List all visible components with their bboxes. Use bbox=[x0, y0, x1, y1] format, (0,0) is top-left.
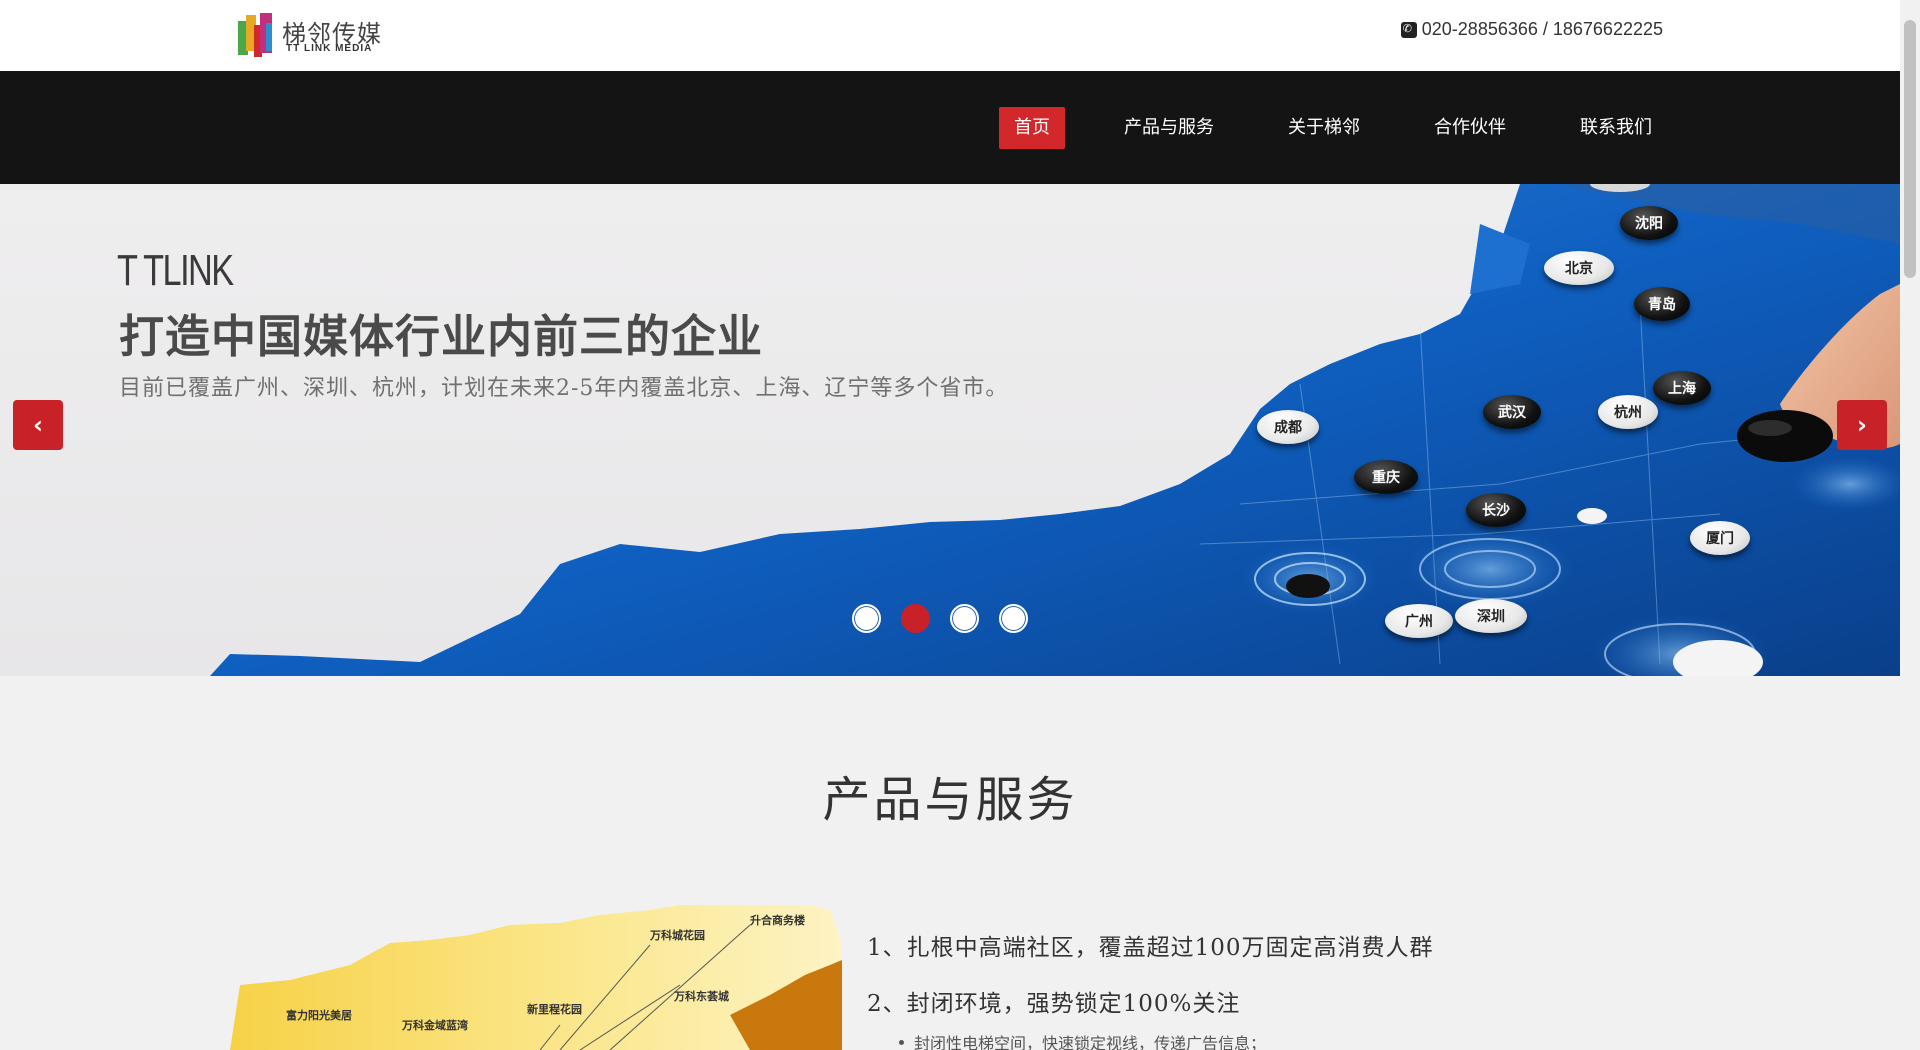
city-marker: 厦门 bbox=[1690, 521, 1750, 555]
city-marker: 深圳 bbox=[1455, 599, 1527, 633]
city-marker: 重庆 bbox=[1354, 460, 1418, 494]
nav-item-home[interactable]: 首页 bbox=[999, 107, 1065, 149]
nav-item-partners[interactable]: 合作伙伴 bbox=[1419, 107, 1521, 149]
hero-brand: T TLINK bbox=[117, 246, 234, 295]
hero-title: 打造中国媒体行业内前三的企业 bbox=[119, 310, 764, 363]
nav-menu: 首页 产品与服务 关于梯邻 合作伙伴 联系我们 bbox=[955, 107, 1667, 149]
scrollbar-thumb[interactable] bbox=[1904, 20, 1916, 278]
phone-number: 020-28856366 / 18676622225 bbox=[1421, 19, 1663, 39]
site-logo[interactable]: 梯邻传媒 TT LINK MEDIA bbox=[236, 11, 386, 59]
carousel-dot-1[interactable] bbox=[852, 604, 881, 633]
chevron-right-icon: › bbox=[1857, 411, 1867, 439]
city-marker: 上海 bbox=[1653, 371, 1711, 405]
carousel-dot-2[interactable] bbox=[901, 604, 930, 633]
city-marker: 成都 bbox=[1257, 410, 1319, 444]
nav-item-products[interactable]: 产品与服务 bbox=[1109, 107, 1229, 149]
logo-name-en: TT LINK MEDIA bbox=[286, 43, 373, 54]
carousel-next-button[interactable]: › bbox=[1837, 400, 1887, 450]
carousel-dot-3[interactable] bbox=[950, 604, 979, 633]
hero-carousel: T TLINK 打造中国媒体行业内前三的企业 目前已覆盖广州、深圳、杭州，计划在… bbox=[0, 184, 1900, 676]
nav-item-contact[interactable]: 联系我们 bbox=[1565, 107, 1667, 149]
city-marker: 杭州 bbox=[1598, 395, 1658, 429]
carousel-indicators bbox=[852, 604, 1028, 633]
community-map-image: 升合商务楼 万科城花园 新里程花园 万科东荟城 富力阳光美居 万科金域蓝湾 bbox=[230, 905, 842, 1050]
chevron-left-icon: ‹ bbox=[33, 411, 43, 439]
top-header: 梯邻传媒 TT LINK MEDIA 020-28856366 / 186766… bbox=[0, 0, 1900, 71]
phone-contact: 020-28856366 / 18676622225 bbox=[1400, 19, 1663, 40]
city-marker: 北京 bbox=[1544, 251, 1614, 285]
city-marker: 沈阳 bbox=[1620, 206, 1678, 240]
feature-item-1: 1、扎根中高端社区，覆盖超过100万固定高消费人群 bbox=[867, 935, 1434, 961]
map-label: 万科城花园 bbox=[650, 929, 705, 942]
feature-item-2-detail: 封闭性电梯空间，快速锁定视线，传递广告信息； bbox=[899, 1030, 1434, 1050]
city-marker: 长沙 bbox=[1466, 493, 1526, 527]
main-navbar: 首页 产品与服务 关于梯邻 合作伙伴 联系我们 bbox=[0, 71, 1900, 184]
map-label: 新里程花园 bbox=[527, 1003, 582, 1016]
hero-map-image bbox=[210, 184, 1900, 676]
section-title-products: 产品与服务 bbox=[822, 772, 1078, 828]
feature-list: 1、扎根中高端社区，覆盖超过100万固定高消费人群 2、封闭环境，强势锁定100… bbox=[867, 928, 1434, 1050]
carousel-dot-4[interactable] bbox=[999, 604, 1028, 633]
nav-item-about[interactable]: 关于梯邻 bbox=[1273, 107, 1375, 149]
map-label: 升合商务楼 bbox=[750, 914, 805, 927]
feature-item-2: 2、封闭环境，强势锁定100%关注 bbox=[867, 991, 1241, 1017]
city-marker: 广州 bbox=[1385, 604, 1453, 638]
phone-icon bbox=[1400, 21, 1417, 38]
hero-subtitle: 目前已覆盖广州、深圳、杭州，计划在未来2-5年内覆盖北京、上海、辽宁等多个省市。 bbox=[119, 376, 1009, 401]
page-scrollbar[interactable] bbox=[1900, 0, 1920, 1050]
carousel-prev-button[interactable]: ‹ bbox=[13, 400, 63, 450]
map-label: 万科东荟城 bbox=[674, 990, 729, 1003]
map-label: 富力阳光美居 bbox=[286, 1009, 352, 1022]
map-label: 万科金域蓝湾 bbox=[402, 1019, 468, 1032]
logo-mark-icon bbox=[238, 13, 272, 57]
city-marker: 青岛 bbox=[1634, 287, 1690, 321]
city-marker: 武汉 bbox=[1483, 395, 1541, 429]
